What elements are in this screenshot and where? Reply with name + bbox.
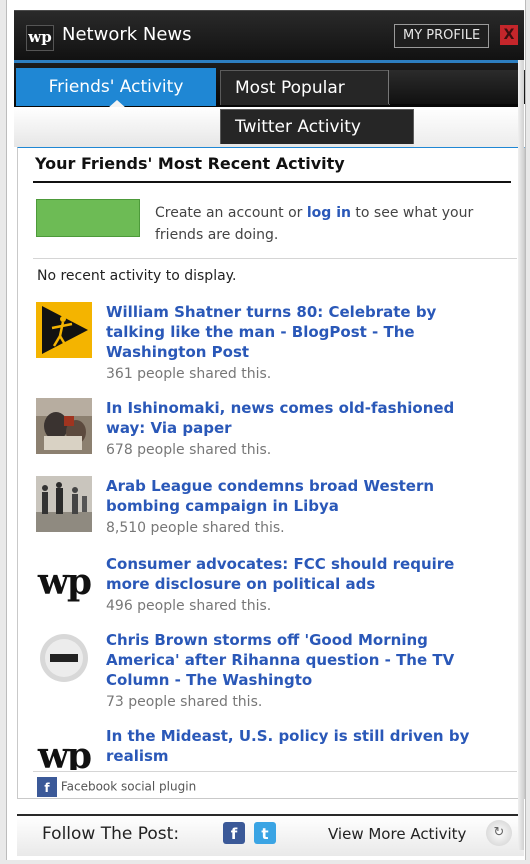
item-link[interactable]: In the Mideast, U.S. policy is still dri… [106,726,496,766]
list-item: wp In the Mideast, U.S. policy is still … [36,726,506,770]
tab-bar-filler [388,70,525,104]
wp-logo-icon[interactable]: wp [36,554,92,610]
widget-edge [518,60,524,850]
tab-most-popular[interactable]: Most Popular [220,70,390,105]
wp-logo-icon[interactable]: wp [36,728,92,770]
item-link[interactable]: In Ishinomaki, news comes old-fashioned … [106,398,496,438]
wp-logo-icon: wp [26,25,54,51]
facebook-social-plugin[interactable]: f Facebook social plugin [37,777,196,797]
app-title: Network News [62,24,192,45]
panel-title-divider [33,181,511,183]
follow-label: Follow The Post: [42,824,180,844]
divider [33,771,517,772]
item-link[interactable]: William Shatner turns 80: Celebrate by t… [106,302,496,362]
tab-friends-activity[interactable]: Friends' Activity [16,68,216,108]
ishinomaki-photo[interactable] [36,398,92,454]
header-bar: wp Network News MY PROFILE X [14,10,524,65]
share-count: 361 people shared this. [106,366,272,382]
tab-row-right-fill [414,107,524,147]
facebook-icon: f [37,777,57,797]
login-text-before: Create an account or [155,205,307,221]
close-icon[interactable]: X [500,25,518,45]
item-link[interactable]: Arab League condemns broad Western bombi… [106,476,496,516]
login-prompt: Create an account or log in to see what … [155,202,505,246]
facebook-icon[interactable]: f [223,822,245,844]
twitter-icon[interactable]: t [254,822,276,844]
view-more-activity-link[interactable]: View More Activity [328,825,466,843]
share-count: 73 people shared this. [106,694,263,710]
panel-title: Your Friends' Most Recent Activity [35,154,345,173]
login-link[interactable]: log in [307,205,351,221]
share-count: 678 people shared this. [106,442,272,458]
my-profile-button[interactable]: MY PROFILE [394,24,490,48]
divider [33,258,517,259]
item-link[interactable]: Chris Brown storms off 'Good Morning Ame… [106,630,496,690]
libya-photo[interactable] [36,476,92,532]
no-activity-message: No recent activity to display. [37,268,237,284]
shatner-icon[interactable] [36,302,92,358]
tab-twitter-activity[interactable]: Twitter Activity [220,109,414,144]
plugin-label: Facebook social plugin [60,779,197,794]
refresh-icon[interactable]: ↻ [486,820,512,846]
share-count: 8,510 people shared this. [106,520,285,536]
column-icon[interactable] [36,630,92,686]
share-count: 496 people shared this. [106,598,272,614]
facebook-login-button[interactable] [36,199,140,237]
item-link[interactable]: Consumer advocates: FCC should require m… [106,554,496,594]
